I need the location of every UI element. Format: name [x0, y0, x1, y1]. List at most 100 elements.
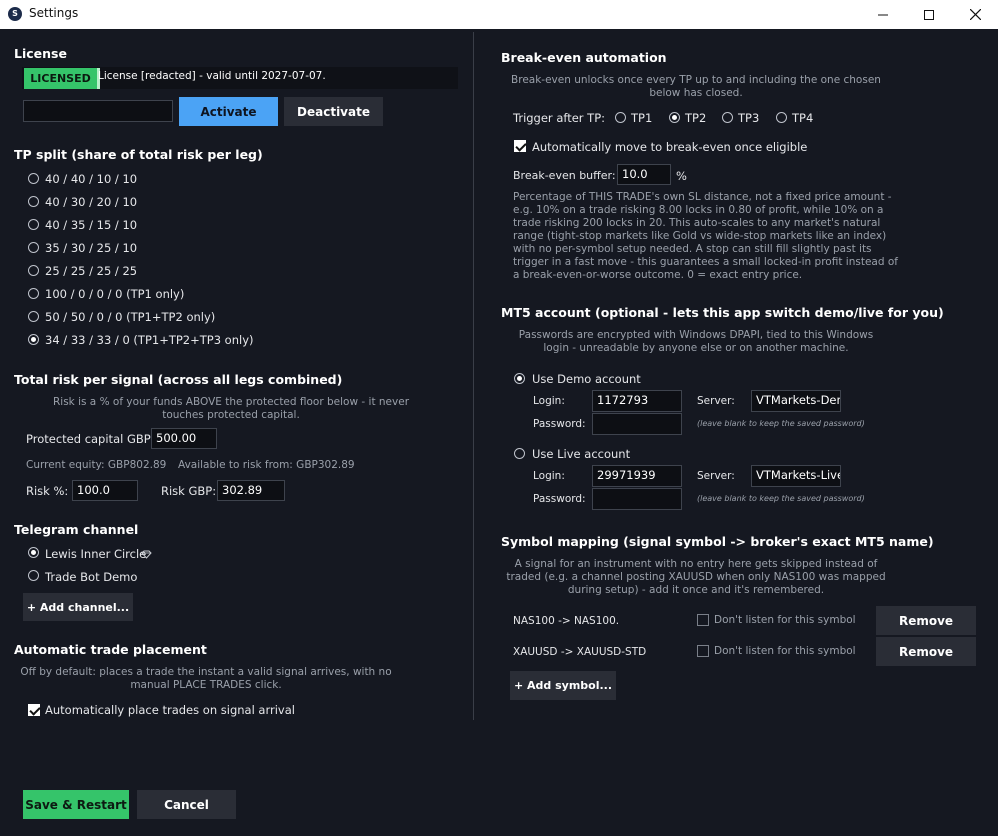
use-live-radio[interactable] — [514, 448, 525, 459]
trigger-tp-radio-tp1[interactable] — [615, 112, 626, 123]
trigger-tp-label-tp4: TP4 — [792, 111, 814, 125]
telegram-heading: Telegram channel — [14, 522, 139, 537]
tp-split-option-label: 34 / 33 / 33 / 0 (TP1+TP2+TP3 only) — [45, 333, 254, 347]
demo-server-input[interactable]: VTMarkets-Demo — [751, 390, 841, 412]
demo-login-input[interactable]: 1172793 — [592, 390, 682, 412]
demo-password-input[interactable] — [592, 413, 682, 435]
license-status-text: License [redacted] - valid until 2027-07… — [98, 70, 326, 82]
tp-split-heading: TP split (share of total risk per leg) — [14, 147, 263, 162]
close-button[interactable] — [952, 0, 998, 29]
tp-split-radio[interactable] — [28, 242, 39, 253]
trigger-tp-radio-tp4[interactable] — [776, 112, 787, 123]
breakeven-description: Break-even unlocks once every TP up to a… — [511, 74, 881, 99]
tp-split-radio[interactable] — [28, 173, 39, 184]
title-bar: S Settings — [0, 0, 998, 29]
close-icon — [969, 9, 981, 20]
save-restart-button[interactable]: Save & Restart — [23, 790, 129, 819]
demo-login-label: Login: — [533, 395, 565, 407]
maximize-button[interactable] — [906, 0, 952, 29]
tp-split-option-label: 40 / 40 / 10 / 10 — [45, 172, 138, 186]
risk-gbp-input[interactable]: 302.89 — [217, 480, 285, 501]
available-risk-text: Available to risk from: GBP302.89 — [178, 459, 355, 471]
tp-split-option-label: 40 / 35 / 15 / 10 — [45, 218, 138, 232]
breakeven-explanation: Percentage of THIS TRADE's own SL distan… — [513, 191, 898, 281]
tp-split-radio[interactable] — [28, 196, 39, 207]
ignore-symbol-checkbox-nas100[interactable] — [697, 614, 709, 626]
ignore-symbol-label-nas100: Don't listen for this symbol — [714, 614, 856, 626]
use-demo-label: Use Demo account — [532, 372, 641, 386]
tp-split-option-label: 40 / 30 / 20 / 10 — [45, 195, 138, 209]
current-equity-text: Current equity: GBP802.89 — [26, 459, 167, 471]
app-icon: S — [8, 7, 22, 21]
symbol-mapping-description: A signal for an instrument with no entry… — [506, 558, 886, 596]
ignore-symbol-checkbox-xauusd[interactable] — [697, 645, 709, 657]
live-password-label: Password: — [533, 493, 586, 505]
deactivate-button[interactable]: Deactivate — [284, 97, 383, 126]
tp-split-radio[interactable] — [28, 334, 39, 345]
use-demo-radio[interactable] — [514, 373, 525, 384]
license-key-input[interactable] — [23, 100, 173, 122]
auto-place-label: Automatically place trades on signal arr… — [45, 703, 295, 717]
remove-symbol-button-nas100[interactable]: Remove — [876, 606, 976, 635]
live-login-input[interactable]: 29971939 — [592, 465, 682, 487]
auto-trade-heading: Automatic trade placement — [14, 642, 207, 657]
risk-description: Risk is a % of your funds ABOVE the prot… — [52, 396, 410, 421]
trigger-tp-label-tp2: TP2 — [685, 111, 707, 125]
trigger-tp-radio-tp2[interactable] — [669, 112, 680, 123]
risk-gbp-label: Risk GBP: — [161, 484, 217, 498]
maximize-icon — [924, 9, 934, 20]
live-password-input[interactable] — [592, 488, 682, 510]
minimize-button[interactable] — [860, 0, 906, 29]
symbol-mapping-nas100: NAS100 -> NAS100. — [513, 615, 620, 627]
risk-heading: Total risk per signal (across all legs c… — [14, 372, 343, 387]
tp-split-radio[interactable] — [28, 265, 39, 276]
add-symbol-button[interactable]: + Add symbol... — [510, 671, 616, 700]
live-server-input[interactable]: VTMarkets-Live — [751, 465, 841, 487]
auto-place-checkbox[interactable] — [28, 704, 40, 716]
risk-pct-input[interactable]: 100.0 — [72, 480, 138, 501]
channel-label-trade-bot: Trade Bot Demo — [45, 570, 138, 584]
breakeven-buffer-label: Break-even buffer: — [513, 169, 616, 182]
activate-button[interactable]: Activate — [179, 97, 278, 126]
mt5-heading: MT5 account (optional - lets this app sw… — [501, 305, 944, 320]
remove-symbol-button-xauusd[interactable]: Remove — [876, 637, 976, 666]
symbol-mapping-heading: Symbol mapping (signal symbol -> broker'… — [501, 534, 934, 549]
protected-capital-input[interactable]: 500.00 — [151, 428, 217, 449]
column-divider — [473, 32, 474, 720]
risk-pct-label: Risk %: — [26, 484, 69, 498]
channel-radio-trade-bot[interactable] — [28, 570, 39, 581]
ignore-symbol-label-xauusd: Don't listen for this symbol — [714, 645, 856, 657]
diamond-icon — [141, 550, 152, 559]
protected-capital-label: Protected capital GBP: — [26, 432, 155, 446]
licensed-badge: LICENSED — [24, 68, 100, 89]
tp-split-option-label: 50 / 50 / 0 / 0 (TP1+TP2 only) — [45, 310, 216, 324]
live-server-label: Server: — [697, 470, 735, 482]
tp-split-radio[interactable] — [28, 311, 39, 322]
tp-split-radio[interactable] — [28, 288, 39, 299]
live-login-label: Login: — [533, 470, 565, 482]
auto-trade-description: Off by default: places a trade the insta… — [20, 666, 392, 691]
demo-server-label: Server: — [697, 395, 735, 407]
trigger-tp-label-tp1: TP1 — [631, 111, 653, 125]
auto-breakeven-label: Automatically move to break-even once el… — [532, 140, 808, 154]
window-title: Settings — [29, 6, 79, 20]
channel-radio-lewis[interactable] — [28, 547, 39, 558]
tp-split-option-label: 100 / 0 / 0 / 0 (TP1 only) — [45, 287, 185, 301]
tp-split-radio[interactable] — [28, 219, 39, 230]
symbol-mapping-xauusd: XAUUSD -> XAUUSD-STD — [513, 646, 647, 658]
use-live-label: Use Live account — [532, 447, 631, 461]
demo-password-hint: (leave blank to keep the saved password) — [697, 419, 865, 428]
cancel-button[interactable]: Cancel — [137, 790, 236, 819]
mt5-description: Passwords are encrypted with Windows DPA… — [518, 329, 874, 354]
tp-split-option-label: 35 / 30 / 25 / 10 — [45, 241, 138, 255]
trigger-tp-label: Trigger after TP: — [513, 111, 606, 125]
trigger-tp-radio-tp3[interactable] — [722, 112, 733, 123]
license-heading: License — [14, 46, 67, 61]
live-password-hint: (leave blank to keep the saved password) — [697, 494, 865, 503]
minimize-icon — [878, 14, 888, 15]
channel-label-lewis: Lewis Inner Circle — [45, 547, 147, 561]
add-channel-button[interactable]: + Add channel... — [23, 593, 133, 621]
auto-breakeven-checkbox[interactable] — [514, 140, 526, 152]
breakeven-heading: Break-even automation — [501, 50, 667, 65]
breakeven-buffer-input[interactable]: 10.0 — [617, 164, 671, 185]
